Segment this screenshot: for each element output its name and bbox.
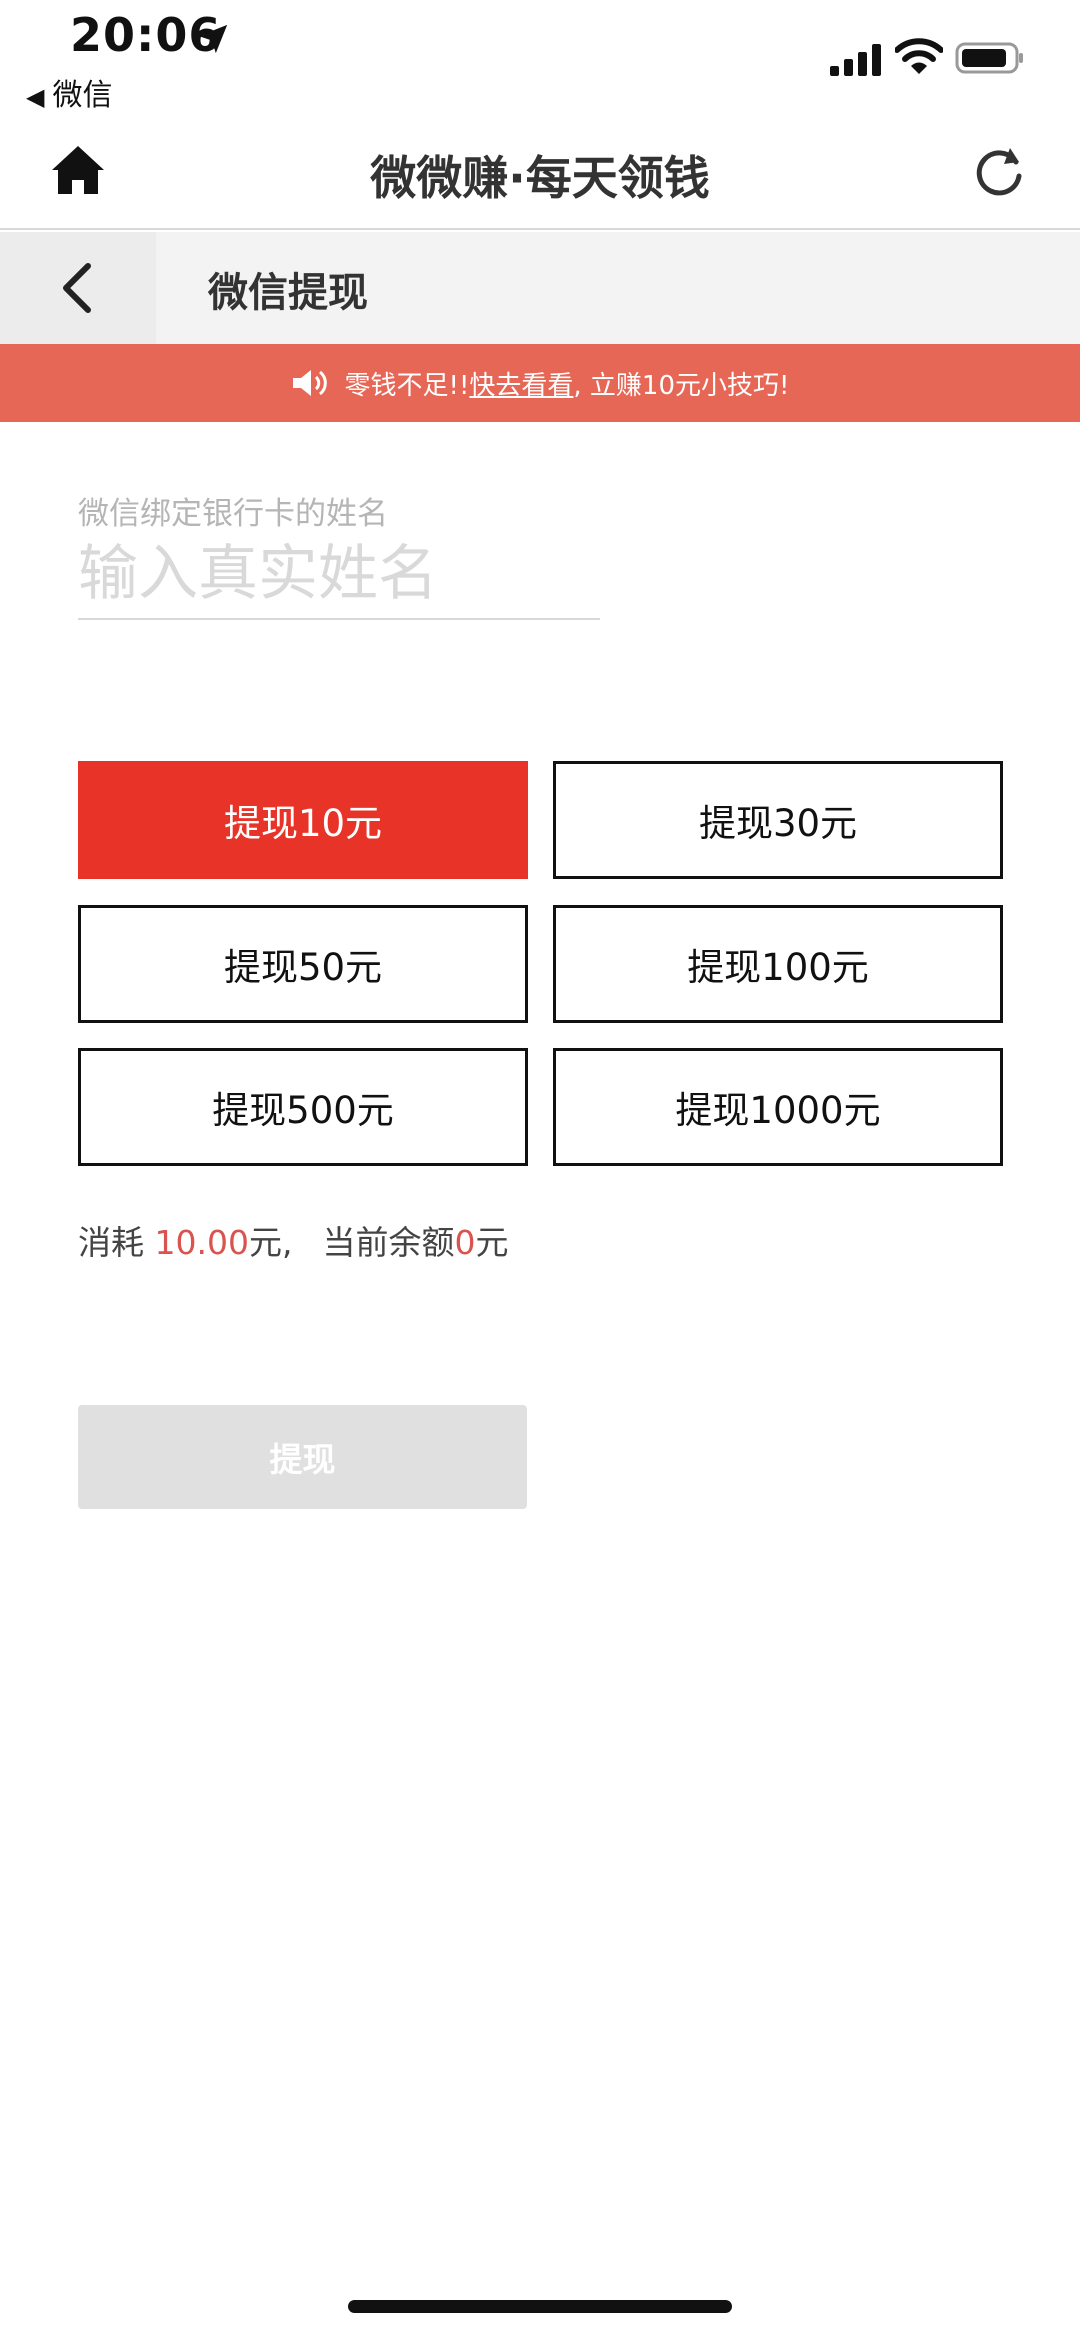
withdraw-summary: 消耗 10.00元, 当前余额0元 [78, 1216, 508, 1264]
back-triangle-icon: ◀ [26, 83, 45, 111]
amount-option-50[interactable]: 提现50元 [78, 905, 528, 1023]
cellular-signal-icon [830, 44, 881, 76]
withdraw-button[interactable]: 提现 [78, 1405, 527, 1509]
amount-option-100[interactable]: 提现100元 [553, 905, 1003, 1023]
battery-icon [955, 42, 1023, 74]
cost-prefix: 消耗 [78, 1223, 155, 1262]
cost-value: 10.00 [154, 1223, 249, 1262]
section-title: 微信提现 [208, 270, 368, 316]
notice-suffix: , 立赚10元小技巧! [573, 370, 790, 401]
amount-option-500[interactable]: 提现500元 [78, 1048, 528, 1166]
back-button[interactable] [0, 232, 156, 344]
amount-option-10[interactable]: 提现10元 [78, 761, 528, 879]
location-arrow-icon [198, 24, 228, 54]
balance-value: 0 [454, 1223, 476, 1262]
home-indicator[interactable] [348, 2300, 732, 2313]
notice-link[interactable]: 快去看看 [469, 365, 573, 402]
page-title: 微微赚·每天领钱 [370, 151, 710, 205]
top-nav: 微微赚·每天领钱 [0, 120, 1080, 230]
name-field-label: 微信绑定银行卡的姓名 [78, 496, 388, 532]
amount-option-1000[interactable]: 提现1000元 [553, 1048, 1003, 1166]
back-app-label: 微信 [52, 78, 113, 113]
status-bar: 20:06 ◀ 微信 [0, 0, 1080, 120]
balance-prefix: 当前余额 [322, 1223, 455, 1262]
cost-unit: 元, [248, 1223, 293, 1262]
back-to-app-link[interactable]: ◀ 微信 [26, 70, 112, 114]
sub-header: 微信提现 [0, 232, 1080, 344]
speaker-icon [292, 370, 327, 396]
refresh-icon[interactable] [972, 142, 1028, 198]
real-name-input[interactable] [78, 530, 600, 620]
chevron-left-icon [63, 263, 91, 313]
amount-option-30[interactable]: 提现30元 [553, 761, 1003, 879]
wifi-icon [895, 38, 943, 74]
balance-unit: 元 [475, 1223, 509, 1262]
notice-banner: 零钱不足!! 快去看看 , 立赚10元小技巧! [0, 344, 1080, 422]
notice-prefix: 零钱不足!! [344, 370, 470, 401]
